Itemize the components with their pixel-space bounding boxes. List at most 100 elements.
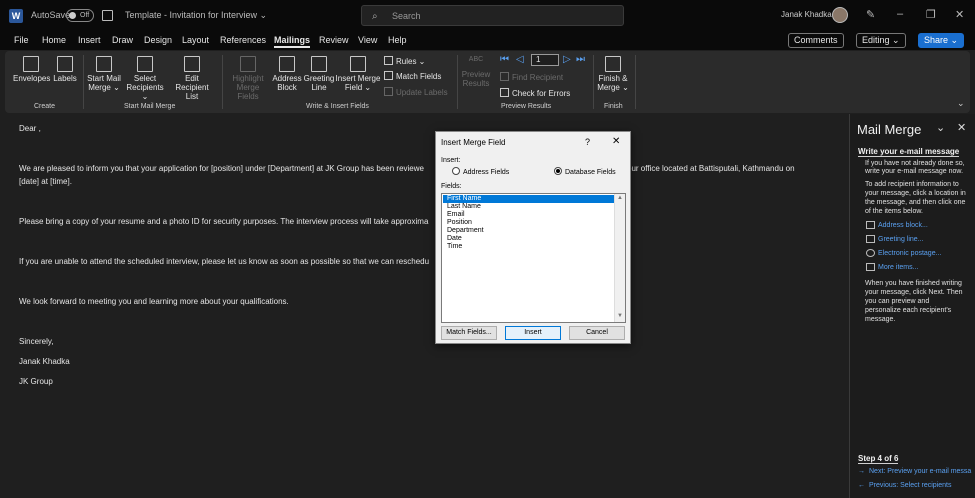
ribbon: Envelopes Labels Create Start Mail Merge…	[5, 51, 970, 113]
tab-review[interactable]: Review	[319, 35, 349, 45]
tab-layout[interactable]: Layout	[182, 35, 209, 45]
address-block-link[interactable]: Address block...	[878, 222, 928, 229]
tab-references[interactable]: References	[220, 35, 266, 45]
radio-selected-icon	[554, 167, 562, 175]
tab-draw[interactable]: Draw	[112, 35, 133, 45]
insert-button[interactable]: Insert	[505, 326, 561, 340]
document-body[interactable]: Dear , We are pleased to inform you that…	[0, 114, 848, 498]
address-fields-radio[interactable]: Address Fields	[452, 167, 509, 176]
tab-design[interactable]: Design	[144, 35, 172, 45]
list-item[interactable]: Last Name	[443, 203, 615, 211]
pane-close-icon[interactable]: ✕	[957, 121, 966, 134]
update-labels-button[interactable]: Update Labels	[384, 87, 448, 97]
scroll-up-icon[interactable]: ▲	[617, 195, 623, 201]
autosave-toggle[interactable]: Off	[66, 9, 94, 22]
last-record-icon[interactable]: ⏭	[576, 54, 585, 65]
pane-text: If you have not already done so,	[865, 160, 965, 167]
next-record-icon[interactable]: ▷	[563, 54, 571, 65]
edit-recipient-list-button[interactable]: Edit Recipient List	[168, 56, 216, 101]
doc-line: We look forward to meeting you and learn…	[19, 297, 289, 306]
record-number-input[interactable]: 1	[531, 54, 559, 66]
previous-step-link[interactable]: ← Previous: Select recipients	[858, 482, 951, 489]
rules-icon	[384, 56, 393, 65]
group-label-write: Write & Insert Fields	[306, 103, 369, 110]
search-input[interactable]: ⌕ Search	[361, 5, 624, 26]
close-icon[interactable]: ✕	[955, 8, 964, 21]
collapse-ribbon-icon[interactable]: ⌄	[957, 98, 965, 109]
search-icon: ⌕	[372, 11, 378, 22]
electronic-postage-link[interactable]: Electronic postage...	[878, 250, 941, 257]
tab-mailings[interactable]: Mailings	[274, 35, 311, 48]
check-errors-button[interactable]: Check for Errors	[500, 88, 570, 98]
envelope-icon	[23, 56, 39, 72]
title-bar: W AutoSave Off Template - Invitation for…	[0, 0, 975, 32]
pane-text: the message, and then click one	[865, 199, 966, 206]
pane-text: message.	[865, 316, 896, 323]
list-item[interactable]: Department	[443, 227, 615, 235]
list-item[interactable]: Time	[443, 243, 615, 251]
comments-button[interactable]: Comments	[788, 33, 844, 48]
avatar[interactable]	[832, 7, 848, 23]
radio-icon	[452, 167, 460, 175]
editing-button[interactable]: Editing ⌄	[856, 33, 906, 48]
preview-results-button[interactable]: ABC Preview Results	[460, 55, 492, 88]
pane-text: To add recipient information to	[865, 181, 959, 188]
pen-icon[interactable]: ✎	[866, 8, 875, 21]
minimize-icon[interactable]: –	[897, 8, 903, 20]
start-mail-merge-button[interactable]: Start Mail Merge ⌄	[86, 56, 122, 92]
labels-button[interactable]: Labels	[52, 56, 78, 83]
highlight-merge-fields-button[interactable]: Highlight Merge Fields	[225, 56, 271, 101]
list-scrollbar[interactable]: ▲ ▼	[614, 194, 625, 322]
tab-home[interactable]: Home	[42, 35, 66, 45]
user-name[interactable]: Janak Khadka	[781, 10, 832, 19]
share-button[interactable]: Share ⌄	[918, 33, 965, 48]
select-recipients-button[interactable]: Select Recipients ⌄	[124, 56, 166, 101]
restore-icon[interactable]: ❐	[926, 8, 936, 21]
tab-view[interactable]: View	[358, 35, 377, 45]
tab-insert[interactable]: Insert	[78, 35, 101, 45]
find-recipient-button[interactable]: Find Recipient	[500, 72, 563, 82]
previous-record-icon[interactable]: ◁	[516, 54, 524, 65]
pane-text: write your e-mail message now.	[865, 168, 964, 175]
tab-file[interactable]: File	[14, 35, 29, 45]
database-fields-radio[interactable]: Database Fields	[554, 167, 616, 176]
greeting-line-button[interactable]: Greeting Line	[303, 56, 335, 92]
dialog-close-icon[interactable]: ✕	[612, 136, 620, 147]
doc-line: Sincerely,	[19, 337, 54, 346]
group-divider	[83, 55, 84, 109]
more-items-link[interactable]: More items...	[878, 264, 918, 271]
help-icon[interactable]: ?	[585, 137, 590, 147]
fields-listbox[interactable]: First Name Last Name Email Position Depa…	[441, 193, 626, 323]
pane-heading: Write your e-mail message	[858, 147, 960, 157]
search-placeholder: Search	[392, 11, 421, 21]
insert-merge-field-button[interactable]: Insert Merge Field ⌄	[335, 56, 381, 92]
document-title[interactable]: Template - Invitation for Interview ⌄	[125, 10, 267, 21]
list-item[interactable]: Position	[443, 219, 615, 227]
pane-options-icon[interactable]: ⌄	[936, 121, 945, 134]
abc-icon: ABC	[468, 56, 484, 63]
group-divider	[222, 55, 223, 109]
finish-merge-button[interactable]: Finish & Merge ⌄	[596, 56, 630, 92]
cancel-button[interactable]: Cancel	[569, 326, 625, 340]
scroll-down-icon[interactable]: ▼	[617, 313, 623, 319]
greeting-line-link[interactable]: Greeting line...	[878, 236, 924, 243]
list-item[interactable]: First Name	[443, 195, 615, 203]
doc-line: If you are unable to attend the schedule…	[19, 257, 430, 266]
tab-help[interactable]: Help	[388, 35, 407, 45]
first-record-icon[interactable]: ⏮	[500, 54, 509, 65]
list-item[interactable]: Email	[443, 211, 615, 219]
list-item[interactable]: Date	[443, 235, 615, 243]
document-scrollbar[interactable]	[838, 114, 848, 498]
address-block-button[interactable]: Address Block	[272, 56, 302, 92]
start-merge-icon	[96, 56, 112, 72]
greeting-line-icon	[866, 235, 875, 243]
save-icon[interactable]	[102, 10, 113, 21]
insert-merge-field-dialog: Insert Merge Field ? ✕ Insert: Address F…	[435, 131, 631, 344]
next-step-link[interactable]: → Next: Preview your e-mail messa	[858, 468, 971, 475]
rules-button[interactable]: Rules ⌄	[384, 56, 425, 66]
match-fields-button[interactable]: Match Fields	[384, 71, 441, 81]
group-label-finish: Finish	[604, 103, 623, 110]
envelopes-button[interactable]: Envelopes	[13, 56, 50, 83]
edit-list-icon	[184, 56, 200, 72]
match-fields-button[interactable]: Match Fields...	[441, 326, 497, 340]
